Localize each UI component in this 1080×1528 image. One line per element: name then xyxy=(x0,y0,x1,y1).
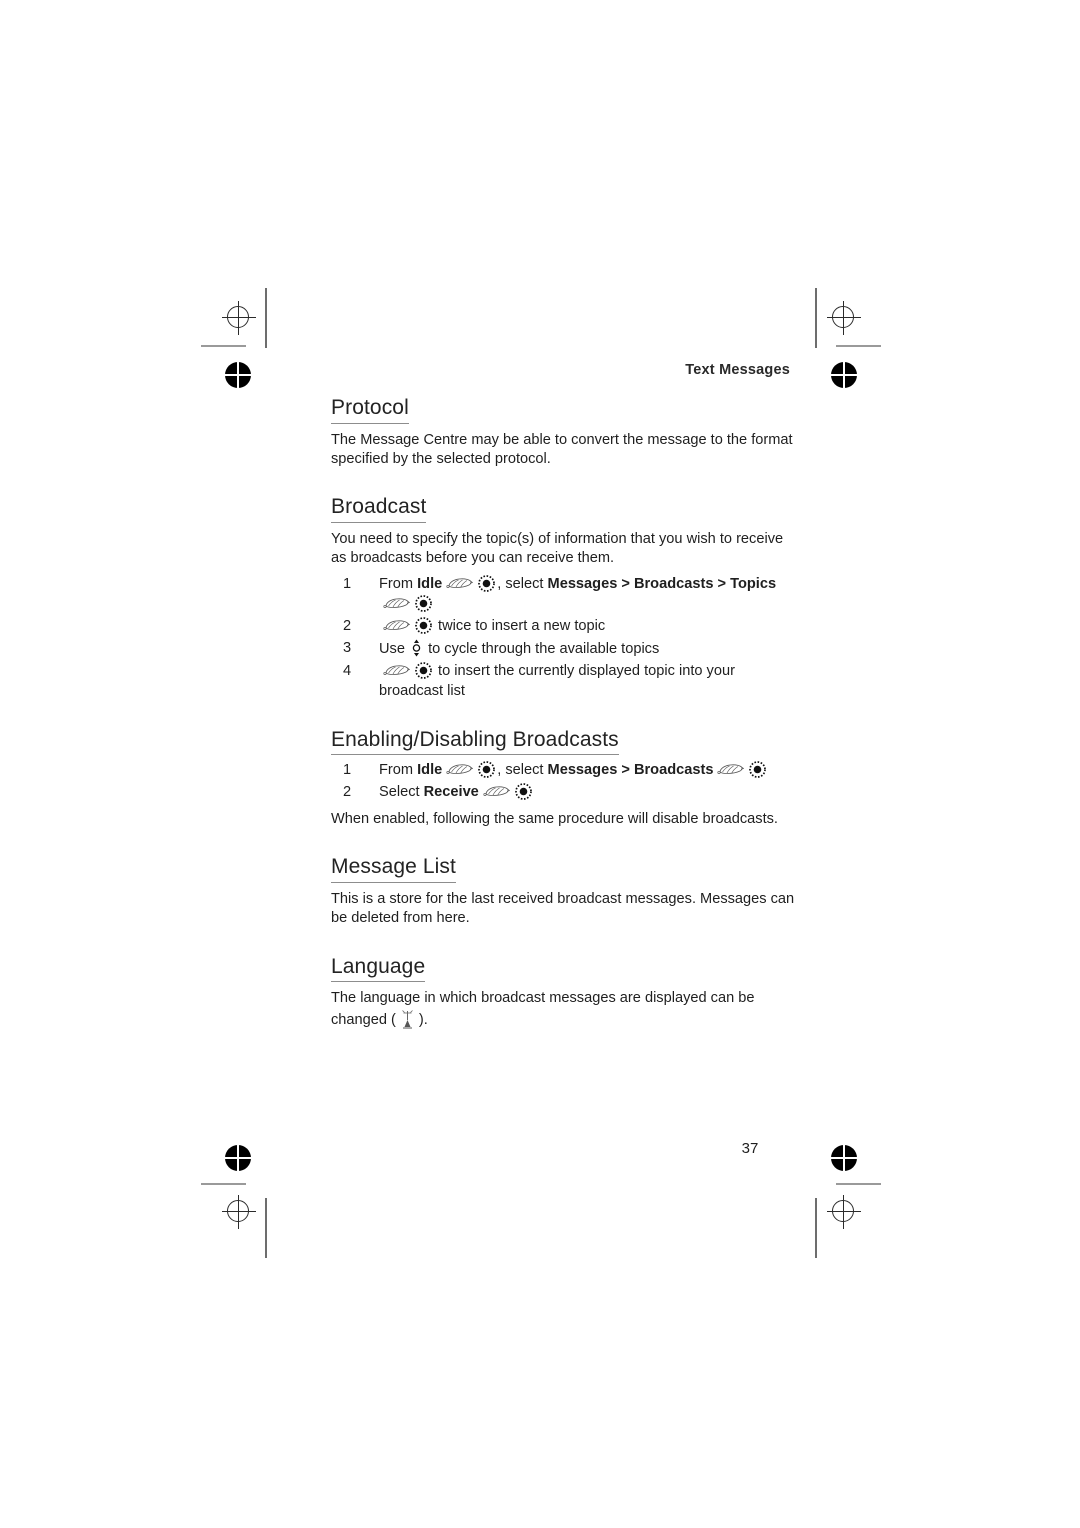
page-content: Protocol The Message Centre may be able t… xyxy=(331,396,801,1030)
select-button-icon xyxy=(749,761,767,778)
section-paragraph: This is a store for the last received br… xyxy=(331,890,795,927)
step-item: 4 to insert the currently displayed topi… xyxy=(331,661,801,702)
emphasised-term: > xyxy=(617,762,634,779)
step-text: From xyxy=(379,762,418,779)
select-button-icon xyxy=(478,761,496,778)
emphasised-term: Idle xyxy=(417,575,443,592)
registration-dot-top-right xyxy=(831,362,857,388)
select-button-icon xyxy=(415,661,432,679)
section-heading: Enabling/Disabling Broadcasts xyxy=(331,728,619,756)
select-button-icon xyxy=(478,574,496,592)
language-key-icon xyxy=(399,1009,416,1029)
step-text: Select xyxy=(379,784,424,801)
step-text: The language in which broadcast messages… xyxy=(331,990,755,1028)
section-heading: Language xyxy=(331,955,426,983)
page-number: 37 xyxy=(741,1140,759,1157)
step-list: 1 From Idle , select Messages > Broadcasts… xyxy=(331,761,801,803)
emphasised-term: Broadcasts xyxy=(633,575,714,592)
emphasised-term: > xyxy=(617,575,634,592)
crop-mark-horizontal-top-right xyxy=(836,345,881,347)
section-paragraph: You need to specify the topic(s) of info… xyxy=(331,530,784,567)
emphasised-term: Topics xyxy=(730,575,777,592)
content-section: Enabling/Disabling Broadcasts 1 From Idle,… xyxy=(331,728,801,830)
registration-dot-bottom-left xyxy=(225,1145,251,1171)
content-section: Broadcast You need to specify the topic(s… xyxy=(331,495,801,701)
section-paragraph: The Message Centre may be able to conver… xyxy=(331,431,793,467)
crop-mark-vertical-bottom-right xyxy=(815,1198,817,1258)
registration-target-top-left xyxy=(222,301,256,335)
step-number: 4 xyxy=(343,662,352,679)
section-heading-wrap: Language xyxy=(331,955,801,983)
section-heading-wrap: Message List xyxy=(331,855,801,883)
emphasised-term: Messages xyxy=(547,762,618,779)
crop-mark-horizontal-top-left xyxy=(201,345,246,347)
scroll-updown-key-icon xyxy=(411,639,422,657)
crop-mark-horizontal-bottom-right xyxy=(836,1183,881,1185)
section-heading-wrap: Broadcast xyxy=(331,495,801,523)
step-text: twice to insert a new topic xyxy=(434,617,606,634)
section-heading-wrap: Enabling/Disabling Broadcasts xyxy=(331,728,801,756)
section-heading: Message List xyxy=(331,855,456,883)
crop-mark-vertical-bottom-left xyxy=(265,1198,267,1258)
step-number: 1 xyxy=(343,575,352,592)
section-heading: Protocol xyxy=(331,396,409,424)
softkey-press-icon xyxy=(382,618,411,633)
select-button-icon xyxy=(415,616,432,634)
section-paragraph: When enabled, following the same procedu… xyxy=(331,811,778,828)
emphasised-term: > xyxy=(713,575,731,592)
softkey-press-icon xyxy=(382,663,411,678)
step-text: From xyxy=(379,575,418,592)
emphasised-term: Receive xyxy=(423,784,479,801)
step-number: 1 xyxy=(343,762,352,779)
step-text: , select xyxy=(497,762,548,779)
softkey-press-icon xyxy=(445,762,474,777)
step-text: ). xyxy=(418,1011,428,1028)
step-item: 3 Use to cycle through the available topi… xyxy=(331,639,801,660)
softkey-press-icon xyxy=(482,784,511,799)
step-number: 2 xyxy=(343,617,352,634)
crop-mark-vertical-top-left xyxy=(265,288,267,348)
registration-dot-bottom-right xyxy=(831,1145,857,1171)
crop-mark-horizontal-bottom-left xyxy=(201,1183,246,1185)
step-number: 3 xyxy=(343,639,352,656)
crop-mark-vertical-top-right xyxy=(815,288,817,348)
step-list: 1 From Idle , select Messages > Broadcasts… xyxy=(331,574,801,702)
step-text: to insert the currently displayed topic … xyxy=(379,662,735,699)
registration-target-bottom-left xyxy=(222,1195,256,1229)
content-section: Language The language in which broadcast … xyxy=(331,955,801,1030)
registration-target-top-right xyxy=(827,301,861,335)
step-item: 2 Select Receive xyxy=(331,783,801,803)
step-item: 1 From Idle , select Messages > Broadcasts xyxy=(331,761,801,781)
emphasised-term: Broadcasts xyxy=(633,762,714,779)
emphasised-term: Idle xyxy=(417,762,443,779)
running-header: Text Messages xyxy=(685,362,790,378)
softkey-press-icon xyxy=(382,596,411,611)
step-text: Use xyxy=(379,640,410,657)
step-item: 2 twice to insert a new topic xyxy=(331,616,801,637)
emphasised-term: Messages xyxy=(547,575,618,592)
manual-page: Text Messages Protocol The Message Centre… xyxy=(0,0,1080,1528)
softkey-press-icon xyxy=(445,576,474,591)
select-button-icon xyxy=(514,783,532,800)
step-text: to cycle through the available topics xyxy=(424,640,660,657)
section-heading: Broadcast xyxy=(331,495,427,523)
section-paragraph: The language in which broadcast messages… xyxy=(331,989,801,1030)
registration-target-bottom-right xyxy=(827,1195,861,1229)
softkey-press-icon xyxy=(716,762,745,777)
step-number: 2 xyxy=(343,784,352,801)
registration-dot-top-left xyxy=(225,362,251,388)
content-section: Protocol The Message Centre may be able t… xyxy=(331,396,801,469)
step-text: , select xyxy=(497,575,548,592)
content-section: Message List This is a store for the last… xyxy=(331,855,801,928)
step-item: 1 From Idle , select Messages > Broadcasts… xyxy=(331,574,801,615)
select-button-icon xyxy=(415,594,432,612)
section-heading-wrap: Protocol xyxy=(331,396,801,424)
